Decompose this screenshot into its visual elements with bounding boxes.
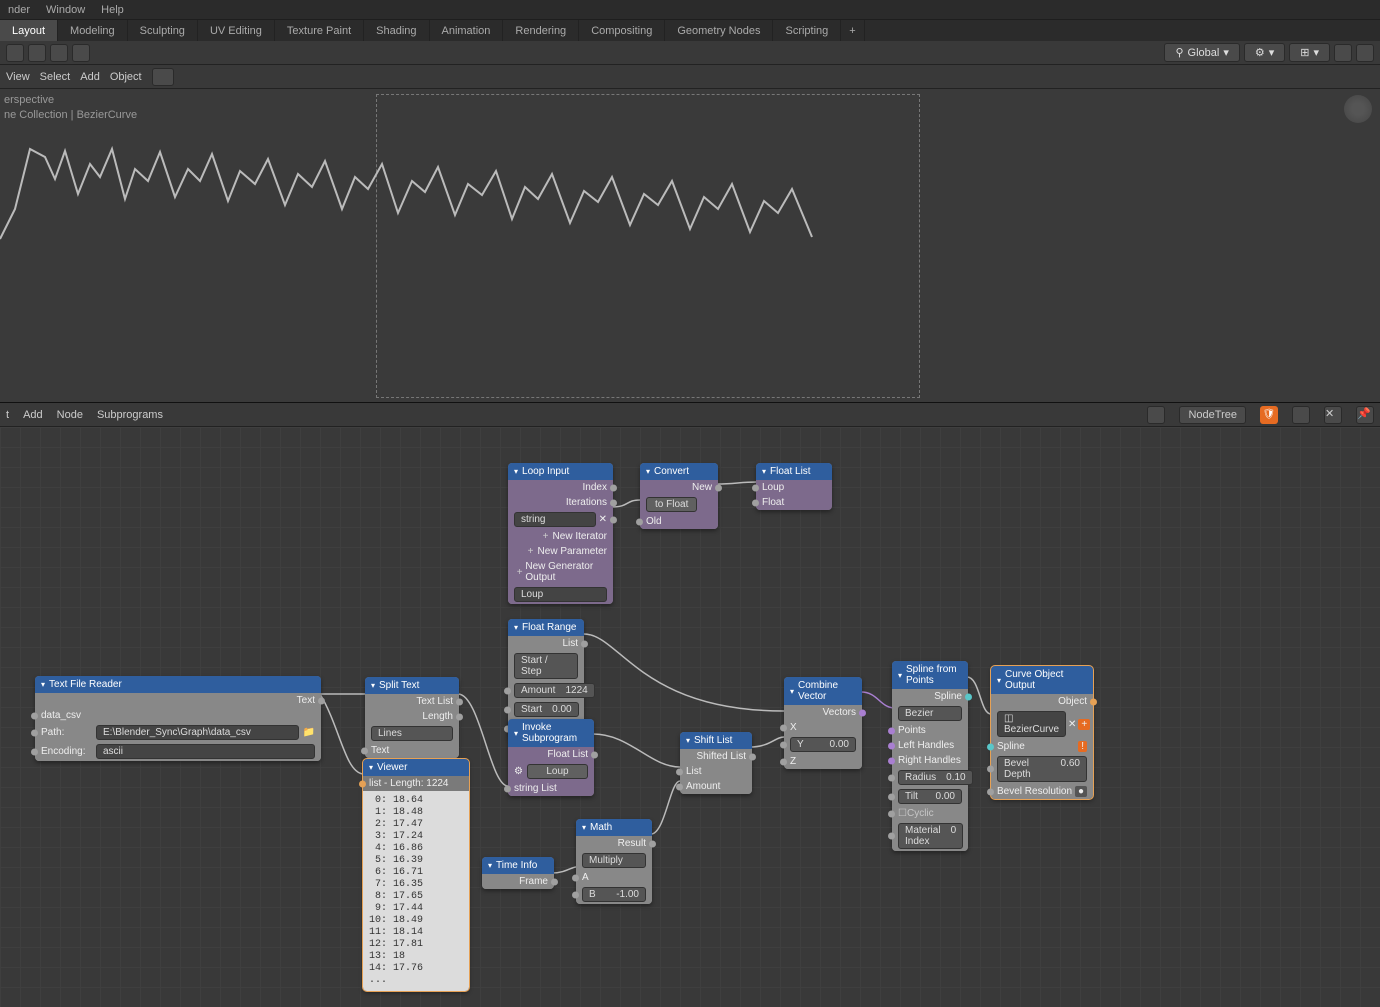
node-time-info[interactable]: ▾Time Info Frame (482, 857, 554, 889)
tree-type-icon[interactable] (1147, 406, 1165, 424)
curve-object-field[interactable]: ◫ BezierCurve (997, 711, 1066, 737)
main-menu-bar: nder Window Help (0, 0, 1380, 19)
node-curve-object-output[interactable]: ▾Curve Object Output Object ◫ BezierCurv… (991, 666, 1093, 799)
transform-orientation[interactable]: ⚲Global▾ (1164, 43, 1239, 62)
pin-icon[interactable]: 📌 (1356, 406, 1374, 424)
node-loop-input[interactable]: ▾Loop Input Index Iterations string✕ +Ne… (508, 463, 613, 604)
magnet-icon: ⚙ (1255, 46, 1265, 59)
eyedropper-icon[interactable]: + (1078, 719, 1090, 730)
menu-window[interactable]: Window (46, 4, 85, 16)
circle-icon[interactable]: ● (1075, 786, 1087, 797)
snap-icon: ⊞ (1300, 46, 1309, 59)
select-menu[interactable]: Select (40, 71, 71, 83)
snap-toggle[interactable]: ⚙▾ (1244, 43, 1285, 62)
path-field[interactable]: E:\Blender_Sync\Graph\data_csv (96, 725, 299, 740)
node-convert[interactable]: ▾Convert New to Float Old (640, 463, 718, 529)
spline-type-select[interactable]: Bezier (898, 706, 962, 721)
node-combine-vector[interactable]: ▾Combine Vector Vectors X Y0.00 Z (784, 677, 862, 769)
folder-icon[interactable]: 📁 (303, 727, 315, 738)
scene-toolbar: ⚲Global▾ ⚙▾ ⊞▾ (0, 41, 1380, 65)
tab-sculpting[interactable]: Sculpting (128, 20, 198, 41)
node-text-file-reader[interactable]: ▾Text File Reader Text data_csv Path:E:\… (35, 676, 321, 761)
viewport-3d[interactable]: erspective ne Collection | BezierCurve (0, 89, 1380, 403)
tab-layout[interactable]: Layout (0, 20, 58, 41)
viewport-header: View Select Add Object (0, 65, 1380, 89)
encoding-field[interactable]: ascii (96, 744, 315, 759)
proportional-falloff-icon[interactable] (1356, 44, 1374, 62)
float-range-mode[interactable]: Start / Step (514, 653, 578, 679)
workspace-tabs: Layout Modeling Sculpting UV Editing Tex… (0, 19, 1380, 41)
loop-input-string-field[interactable]: string (514, 512, 596, 527)
node-menu-t[interactable]: t (6, 409, 9, 421)
node-invoke-subprogram[interactable]: ▾Invoke Subprogram Float List ⚙Loup stri… (508, 719, 594, 796)
draw-mode-icon[interactable] (152, 68, 174, 86)
view-menu[interactable]: View (6, 71, 30, 83)
tab-animation[interactable]: Animation (430, 20, 504, 41)
node-float-list[interactable]: ▾Float List Loup Float (756, 463, 832, 510)
tool-icon-2[interactable] (50, 44, 68, 62)
node-shift-list[interactable]: ▾Shift List Shifted List List Amount (680, 732, 752, 794)
proportional-edit-icon[interactable] (1334, 44, 1352, 62)
tool-icon-3[interactable] (72, 44, 90, 62)
tab-shading[interactable]: Shading (364, 20, 429, 41)
chevron-down-icon: ▾ (1223, 46, 1229, 59)
tab-texture-paint[interactable]: Texture Paint (275, 20, 364, 41)
node-menu-add[interactable]: Add (23, 409, 43, 421)
chevron-down-icon: ▾ (1313, 46, 1319, 59)
tab-rendering[interactable]: Rendering (503, 20, 579, 41)
shield-icon[interactable]: 🛡 (1260, 406, 1278, 424)
split-mode-select[interactable]: Lines (371, 726, 453, 741)
unlink-icon[interactable]: ✕ (1324, 406, 1342, 424)
menu-help[interactable]: Help (101, 4, 124, 16)
axis-gizmo-icon[interactable] (1344, 95, 1372, 123)
tab-scripting[interactable]: Scripting (773, 20, 841, 41)
node-viewer[interactable]: ▾Viewer list - Length: 1224 0: 18.64 1: … (363, 759, 469, 991)
math-operation-select[interactable]: Multiply (582, 853, 646, 868)
interaction-mode-icon[interactable] (6, 44, 24, 62)
fake-user-icon[interactable] (1292, 406, 1310, 424)
loop-name-field[interactable]: Loup (514, 587, 607, 602)
viewer-output-text: 0: 18.64 1: 18.48 2: 17.47 3: 17.24 4: 1… (363, 791, 469, 991)
node-editor-header: t Add Node Subprograms NodeTree 🛡 ✕ 📌 (0, 403, 1380, 427)
curve-preview (0, 89, 1290, 403)
tab-compositing[interactable]: Compositing (579, 20, 665, 41)
gear-icon[interactable]: ⚙ (514, 766, 523, 777)
chevron-down-icon: ▾ (1269, 46, 1275, 59)
object-menu[interactable]: Object (110, 71, 142, 83)
tab-uv-editing[interactable]: UV Editing (198, 20, 275, 41)
node-menu-subprograms[interactable]: Subprograms (97, 409, 163, 421)
node-split-text[interactable]: ▾Split Text Text List Length Lines Text (365, 677, 459, 758)
node-math[interactable]: ▾Math Result Multiply A B-1.00 (576, 819, 652, 904)
warning-icon: ! (1078, 741, 1087, 752)
tool-icon-1[interactable] (28, 44, 46, 62)
tab-modeling[interactable]: Modeling (58, 20, 128, 41)
convert-to-float-button[interactable]: to Float (646, 497, 697, 512)
node-tree-name[interactable]: NodeTree (1179, 406, 1246, 424)
node-menu-node[interactable]: Node (57, 409, 83, 421)
node-editor-area[interactable]: ▾Loop Input Index Iterations string✕ +Ne… (0, 427, 1380, 1007)
menu-blender[interactable]: nder (8, 4, 30, 16)
orientation-icon: ⚲ (1175, 46, 1183, 59)
subprogram-button[interactable]: Loup (527, 764, 588, 779)
snap-target[interactable]: ⊞▾ (1289, 43, 1330, 62)
tab-add-workspace[interactable]: + (841, 20, 864, 41)
add-menu[interactable]: Add (80, 71, 100, 83)
node-spline-from-points[interactable]: ▾Spline from Points Spline Bezier Points… (892, 661, 968, 851)
tab-geometry-nodes[interactable]: Geometry Nodes (665, 20, 773, 41)
